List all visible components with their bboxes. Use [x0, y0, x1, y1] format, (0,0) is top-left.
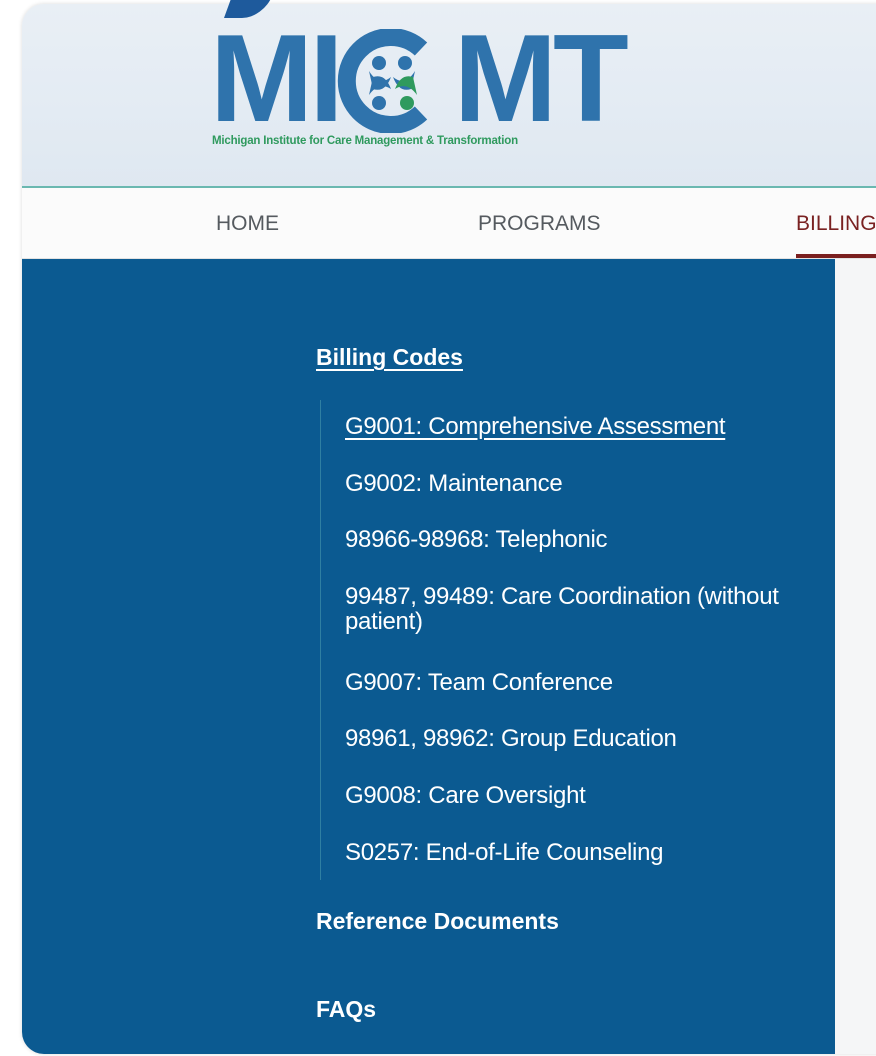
nav-home[interactable]: HOME [216, 212, 279, 236]
browser-content-card: MI MT Michigan Institute for Care Manage… [22, 4, 876, 1054]
billing-code-g9007-link[interactable]: G9007: Team Conference [345, 670, 785, 695]
site-logo[interactable]: MI MT Michigan Institute for Care Manage… [210, 10, 629, 164]
billing-code-s0257-link[interactable]: S0257: End-of-Life Counseling [345, 840, 785, 865]
logo-wordmark-right: MT [453, 10, 629, 148]
page-frame: MI MT Michigan Institute for Care Manage… [0, 0, 876, 1056]
logo-wordmark-left: MI [210, 10, 344, 148]
billing-codes-list: G9001: Comprehensive Assessment G9002: M… [320, 400, 801, 880]
nav-programs[interactable]: PROGRAMS [478, 212, 601, 236]
sidebar-reference-documents-link[interactable]: Reference Documents [316, 908, 559, 935]
main-navigation: HOME PROGRAMS BILLING [22, 188, 876, 259]
nav-billing[interactable]: BILLING [796, 212, 876, 236]
billing-code-99487-link[interactable]: 99487, 99489: Care Coordination (without… [345, 584, 785, 634]
nav-active-indicator [796, 254, 876, 258]
site-header: MI MT Michigan Institute for Care Manage… [22, 4, 876, 188]
billing-code-g9001-link[interactable]: G9001: Comprehensive Assessment [345, 414, 785, 439]
billing-code-98961-link[interactable]: 98961, 98962: Group Education [345, 726, 785, 751]
billing-code-g9002-link[interactable]: G9002: Maintenance [345, 471, 785, 496]
main-content-area [835, 259, 876, 1054]
logo-tagline: Michigan Institute for Care Management &… [212, 135, 518, 147]
billing-code-g9008-link[interactable]: G9008: Care Oversight [345, 783, 785, 808]
billing-sidebar: Billing Codes G9001: Comprehensive Asses… [22, 259, 835, 1054]
billing-code-98966-link[interactable]: 98966-98968: Telephonic [345, 527, 785, 552]
people-circle-logo-icon [337, 29, 428, 133]
sidebar-faqs-link[interactable]: FAQs [316, 996, 376, 1023]
sidebar-billing-codes-link[interactable]: Billing Codes [316, 344, 463, 371]
